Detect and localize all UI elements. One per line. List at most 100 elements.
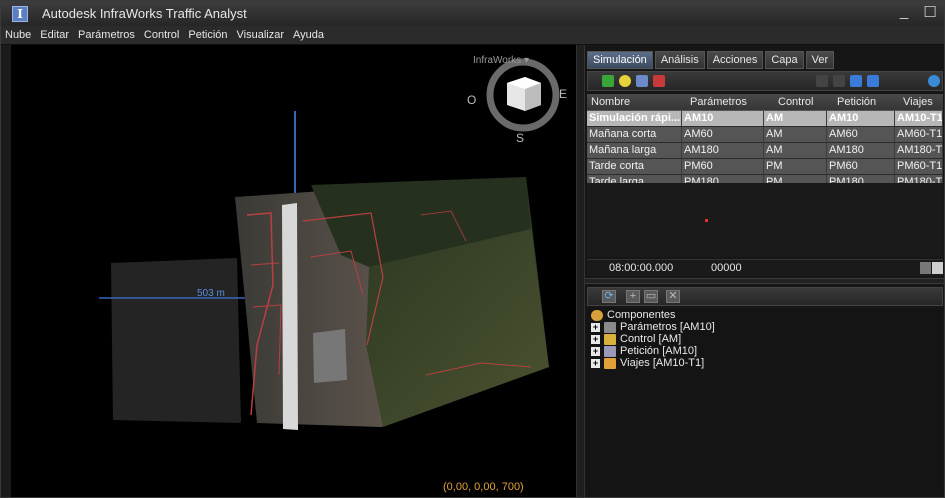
maximize-icon[interactable]: ☐	[922, 3, 938, 21]
tree-item-control[interactable]: + Control [AM]	[591, 333, 681, 345]
table-row[interactable]: Simulación rápi... AM10 AM AM10 AM10-T1	[587, 111, 943, 127]
menu-control[interactable]: Control	[144, 29, 179, 41]
right-panel: Simulación Análisis Acciones Capa Ver No…	[585, 45, 944, 497]
table-header: Nombre Parámetros Control Petición Viaje…	[587, 94, 943, 111]
tree-item-viajes[interactable]: + Viajes [AM10-T1]	[591, 357, 704, 369]
components-icon	[591, 309, 603, 321]
cell-peticion: AM60	[827, 127, 895, 142]
cell-peticion: AM10	[827, 111, 895, 126]
edit-component-icon[interactable]: ▭	[644, 290, 658, 303]
parameters-icon	[604, 321, 616, 333]
expand-icon[interactable]: +	[591, 334, 600, 344]
components-tree: Componentes + Parámetros [AM10] + Contro…	[587, 309, 943, 495]
cell-parametros: AM180	[682, 143, 764, 158]
column-parametros[interactable]: Parámetros	[682, 94, 764, 110]
cell-parametros: PM60	[682, 159, 764, 174]
simulation-table: Nombre Parámetros Control Petición Viaje…	[587, 94, 943, 191]
delete-icon[interactable]	[653, 75, 665, 87]
tab-analisis[interactable]: Análisis	[654, 51, 705, 69]
tab-capa[interactable]: Capa	[765, 51, 804, 69]
3d-viewport[interactable]: InfraWorks ▾ O E S 503 m (0,00, 0,00, 70…	[11, 45, 576, 497]
fast-forward-icon[interactable]	[867, 75, 879, 87]
ground-plane	[111, 258, 241, 423]
expand-icon[interactable]: +	[591, 322, 600, 332]
app-logo-icon: I	[12, 5, 28, 22]
tree-root[interactable]: Componentes	[591, 309, 676, 321]
cell-viajes: AM180-T	[897, 143, 943, 158]
column-nombre[interactable]: Nombre	[587, 94, 682, 110]
components-toolbar: ⟳ + ▭ ✕	[587, 287, 943, 306]
tree-item-label: Viajes [AM10-T1]	[620, 357, 705, 369]
cell-parametros: AM10	[682, 111, 764, 126]
menu-visualizar[interactable]: Visualizar	[237, 29, 285, 41]
window-controls: _ ☐	[896, 3, 938, 21]
cell-control: AM	[764, 143, 827, 158]
tab-simulacion[interactable]: Simulación	[587, 51, 653, 69]
compass-south-label: S	[516, 131, 525, 145]
trips-icon	[604, 357, 616, 369]
compass-west-label: O	[467, 93, 477, 107]
menu-ayuda[interactable]: Ayuda	[293, 29, 324, 41]
menu-peticion[interactable]: Petición	[188, 29, 227, 41]
table-row[interactable]: Mañana larga AM180 AM AM180 AM180-T	[587, 143, 943, 159]
building-block	[313, 329, 347, 383]
table-empty-area[interactable]	[587, 183, 943, 257]
screen-icon[interactable]	[636, 75, 648, 87]
cell-control: AM	[764, 111, 827, 126]
control-icon	[604, 333, 616, 345]
tree-item-parametros[interactable]: + Parámetros [AM10]	[591, 321, 715, 333]
table-row[interactable]: Tarde corta PM60 PM PM60 PM60-T1	[587, 159, 943, 175]
map-scene	[99, 58, 560, 430]
cell-control: AM	[764, 127, 827, 142]
cell-nombre: Mañana larga	[587, 143, 682, 158]
refresh-icon[interactable]: ⟳	[602, 290, 616, 303]
settings-icon[interactable]	[928, 75, 940, 87]
expand-icon[interactable]: +	[591, 346, 600, 356]
tree-root-label: Componentes	[607, 309, 676, 321]
table-row[interactable]: Mañana corta AM60 AM AM60 AM60-T1	[587, 127, 943, 143]
simulation-toolbar	[587, 71, 943, 91]
expand-icon[interactable]: +	[591, 358, 600, 368]
scale-label: 503 m	[197, 288, 225, 299]
menu-editar[interactable]: Editar	[40, 29, 69, 41]
add-simulation-icon[interactable]	[602, 75, 614, 87]
time-display: 08:00:00.000	[609, 262, 674, 274]
compass-east-label: E	[559, 87, 568, 101]
tab-acciones[interactable]: Acciones	[706, 51, 764, 69]
menu-parametros[interactable]: Parámetros	[78, 29, 135, 41]
column-control[interactable]: Control	[764, 94, 827, 110]
pause-icon[interactable]	[833, 75, 845, 87]
app-window: I Autodesk InfraWorks Traffic Analyst _ …	[0, 0, 945, 498]
tree-item-label: Petición [AM10]	[620, 345, 698, 357]
window-title: Autodesk InfraWorks Traffic Analyst	[42, 6, 247, 21]
cell-nombre: Tarde corta	[587, 159, 682, 174]
column-viajes[interactable]: Viajes	[895, 94, 943, 110]
play-icon[interactable]	[850, 75, 862, 87]
cell-nombre: Simulación rápi...	[589, 111, 682, 126]
cell-peticion: AM180	[827, 143, 895, 158]
lightbulb-icon[interactable]	[619, 75, 631, 87]
demand-icon	[604, 345, 616, 357]
add-component-icon[interactable]: +	[626, 290, 640, 303]
minimize-icon[interactable]: _	[896, 3, 912, 21]
tree-item-label: Parámetros [AM10]	[620, 321, 715, 333]
vertical-splitter[interactable]	[576, 45, 585, 497]
time-bar: 08:00:00.000 00000	[587, 259, 943, 276]
time-options-icon[interactable]	[932, 262, 943, 274]
cursor-marker	[705, 219, 708, 222]
compass-brand[interactable]: InfraWorks ▾	[473, 55, 529, 66]
cell-control: PM	[764, 159, 827, 174]
menu-nube[interactable]: Nube	[5, 29, 31, 41]
cell-viajes: AM10-T1	[897, 111, 943, 126]
tab-bar: Simulación Análisis Acciones Capa Ver	[587, 51, 835, 71]
tree-item-peticion[interactable]: + Petición [AM10]	[591, 345, 697, 357]
frame-counter: 00000	[711, 262, 742, 274]
remove-component-icon[interactable]: ✕	[666, 290, 680, 303]
road-strip	[282, 203, 298, 430]
time-dropdown-icon[interactable]	[920, 262, 931, 274]
rewind-icon[interactable]	[816, 75, 828, 87]
cell-viajes: AM60-T1	[897, 127, 943, 142]
column-peticion[interactable]: Petición	[827, 94, 895, 110]
horizontal-splitter[interactable]	[585, 278, 944, 284]
tab-ver[interactable]: Ver	[805, 51, 835, 69]
